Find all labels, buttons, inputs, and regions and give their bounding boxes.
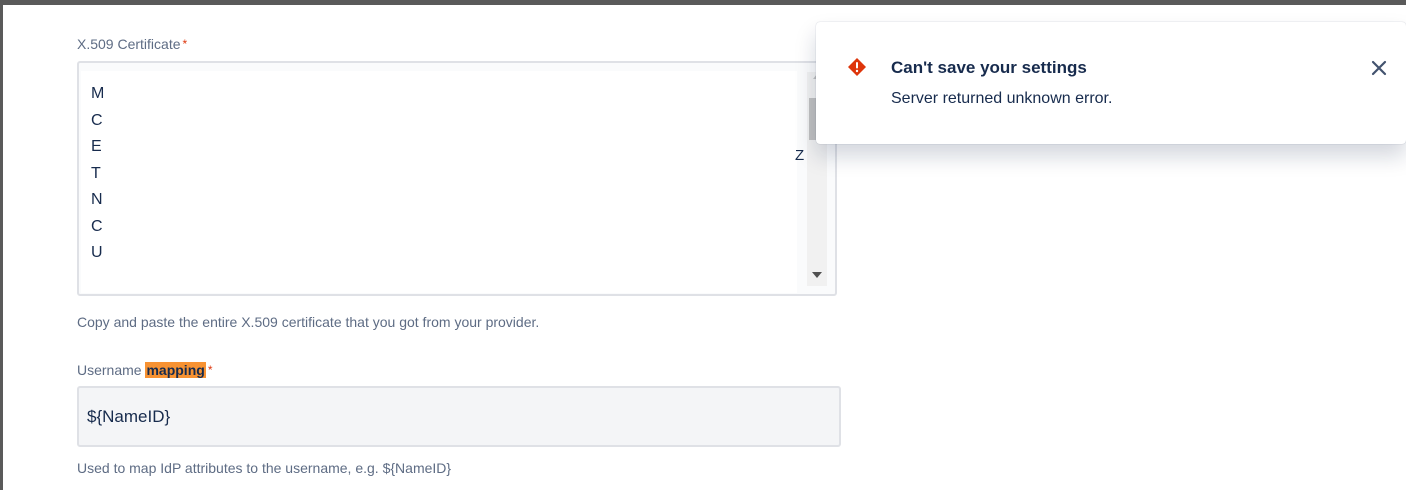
username-mapping-input[interactable] xyxy=(77,386,841,447)
certificate-line: M xyxy=(91,85,105,102)
certificate-line: C xyxy=(91,217,103,235)
flag-title: Can't save your settings xyxy=(891,58,1087,77)
certificate-lines: M C E T N C U xyxy=(91,81,104,267)
close-icon[interactable] xyxy=(1369,58,1389,78)
certificate-line: T xyxy=(91,164,101,182)
required-asterisk: * xyxy=(182,37,188,51)
certificate-line: U xyxy=(91,244,103,261)
window-frame-top xyxy=(0,0,1406,5)
required-asterisk: * xyxy=(207,363,213,377)
certificate-line: E xyxy=(91,138,102,155)
certificate-line: N xyxy=(91,191,103,208)
certificate-line: C xyxy=(91,111,103,129)
error-icon xyxy=(848,58,866,76)
username-mapping-help-text: Used to map IdP attributes to the userna… xyxy=(77,460,452,476)
certificate-textarea[interactable]: M C E T N C U Z xyxy=(77,61,837,296)
error-flag: Can't save your settings Server returned… xyxy=(816,22,1406,144)
certificate-label-text: X.509 Certificate xyxy=(77,36,181,52)
window-frame-left xyxy=(0,0,3,490)
username-mapping-label: Username mapping * xyxy=(77,361,212,379)
search-highlight: mapping xyxy=(145,362,206,378)
certificate-trailing-char: Z xyxy=(795,147,805,164)
certificate-label: X.509 Certificate * xyxy=(77,35,187,53)
flag-description: Server returned unknown error. xyxy=(891,90,1113,107)
certificate-help-text: Copy and paste the entire X.509 certific… xyxy=(77,314,540,330)
scroll-down-arrow-icon[interactable] xyxy=(812,272,822,278)
certificate-text-area[interactable]: M C E T N C U Z xyxy=(81,71,804,293)
username-mapping-label-prefix: Username xyxy=(77,362,146,378)
